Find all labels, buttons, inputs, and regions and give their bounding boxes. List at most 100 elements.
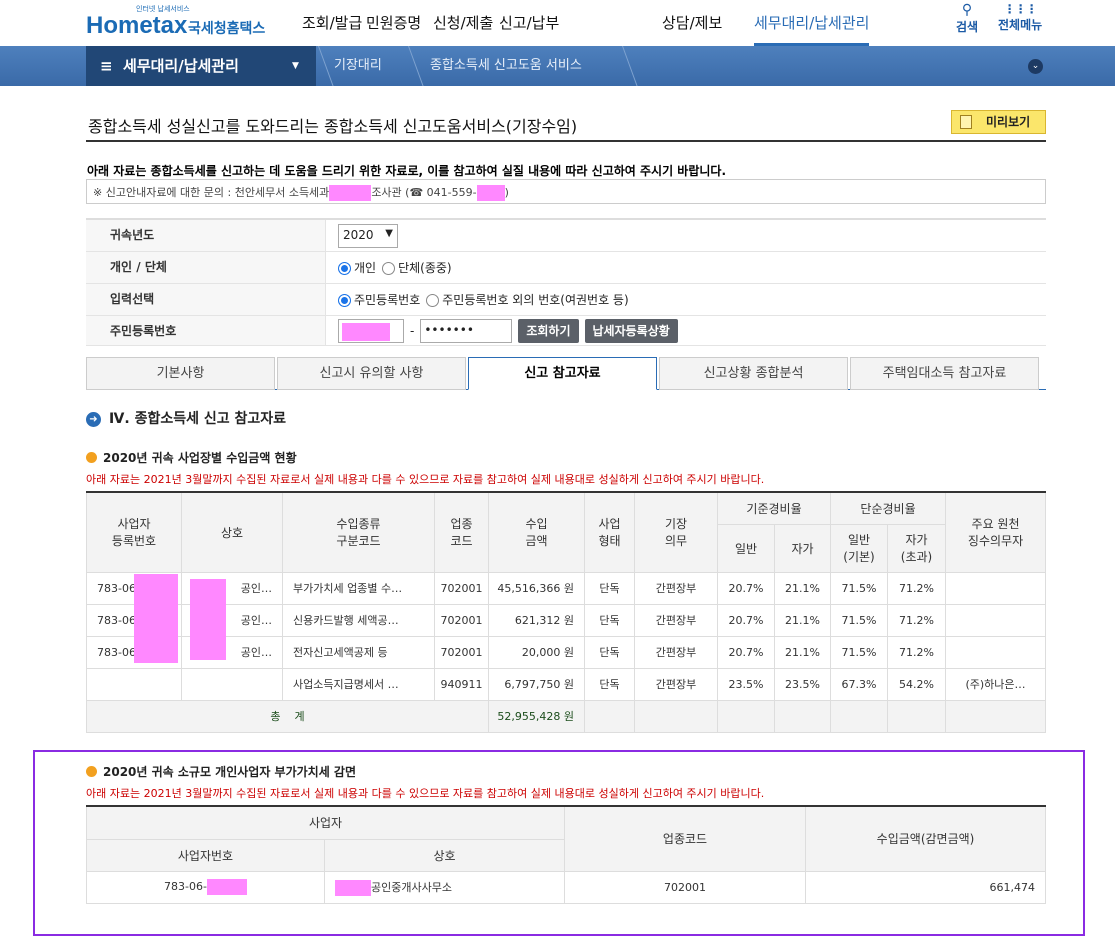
radio-rrn[interactable]: 주민등록번호: [338, 291, 420, 308]
chevron-down-icon: ▼: [385, 227, 393, 239]
vat-title: 2020년 귀속 소규모 개인사업자 부가가치세 감면: [103, 765, 357, 779]
inquiry-box: ※ 신고안내자료에 대한 문의 : 천안세무서 소득세과 조사관 (☎ 041-5…: [86, 179, 1046, 204]
redaction: [134, 574, 178, 663]
col-name: 상호: [181, 491, 283, 573]
simple-general-cell: 71.5%: [830, 571, 889, 605]
nav-application[interactable]: 신청/제출: [433, 12, 493, 33]
table-row: 783-06 공인… 부가가치세 업종별 수… 702001 45,516,366 원단…: [86, 571, 1047, 605]
col-std-general: 일반: [717, 523, 775, 573]
chevron-down-icon[interactable]: ⌄: [1028, 59, 1043, 74]
hometax-logo[interactable]: 인터넷 납세서비스 Hometax 국세청홈택스: [86, 4, 276, 44]
std-general-cell: 20.7%: [717, 603, 775, 637]
nav-consult[interactable]: 상담/제보: [662, 12, 722, 33]
income-table: 사업자 등록번호 상호 수입종류 구분코드 업종 코드 수입 금액 사업 형태 기장 의무 기…: [86, 491, 1047, 733]
taxpayer-status-button[interactable]: 납세자등록상황: [584, 318, 678, 343]
search-icon: ⚲: [961, 2, 973, 18]
radio-other-id[interactable]: 주민등록번호 외의 번호(여권번호 등): [426, 291, 629, 308]
withholder-cell: (주)하나은…: [945, 667, 1047, 701]
year-select[interactable]: 2020 ▼: [338, 223, 398, 248]
amount-cell: 661,474: [805, 870, 1046, 904]
redaction: [329, 185, 372, 201]
search-button[interactable]: ⚲ 검색: [956, 2, 978, 35]
tab-basic[interactable]: 기본사항: [86, 357, 275, 390]
simple-general-cell: 71.5%: [830, 635, 889, 669]
nav-inquiry[interactable]: 조회/발급: [302, 12, 362, 33]
vat-heading: 2020년 귀속 소규모 개인사업자 부가가치세 감면: [86, 763, 356, 780]
radio-label: 주민등록번호 외의 번호(여권번호 등): [442, 293, 629, 307]
search-label: 검색: [956, 20, 979, 34]
year-label: 귀속년도: [86, 220, 326, 251]
breadcrumb: ≡ 세무대리/납세관리 ▼ 기장대리 종합소득세 신고도움 서비스 ⌄: [0, 46, 1115, 86]
tab-rental[interactable]: 주택임대소득 참고자료: [850, 357, 1039, 390]
table-row: 783-06 공인… 신용카드발행 세액공… 702001 621,312 원 단독 간편장…: [86, 603, 1047, 637]
search-submit-button[interactable]: 조회하기: [518, 318, 579, 343]
duty-cell: 간편장부: [634, 667, 718, 701]
breadcrumb-item[interactable]: 기장대리: [334, 46, 382, 86]
logo-text: Hometax: [86, 12, 188, 39]
radio-label: 단체(종중): [398, 261, 452, 275]
col-simple-self: 자가 (초과): [887, 523, 947, 573]
bizno-cell: 783-06-: [164, 880, 207, 893]
code-cell: 702001: [434, 635, 489, 669]
rrn-front-input[interactable]: [338, 318, 404, 343]
code-cell: 702001: [434, 571, 489, 605]
table-row: 783-06- 공인중개사사무소 702001 661,474: [86, 870, 1046, 904]
bizno-cell: [86, 667, 182, 701]
tab-reference[interactable]: 신고 참고자료: [468, 357, 657, 390]
col-name: 상호: [324, 838, 565, 872]
code-cell: 940911: [434, 667, 489, 701]
col-withholder: 주요 원천 징수의무자: [945, 491, 1047, 573]
code-cell: 702001: [434, 603, 489, 637]
std-self-cell: 21.1%: [773, 571, 832, 605]
code-cell: 702001: [564, 870, 806, 904]
nav-certificate[interactable]: 민원증명: [366, 12, 421, 33]
col-form: 사업 형태: [584, 491, 635, 573]
caret-down-icon: ▼: [292, 61, 299, 71]
radio-group[interactable]: 단체(종중): [382, 259, 452, 276]
redaction: [190, 579, 226, 660]
income-heading: 2020년 귀속 사업장별 수입금액 현황: [86, 449, 297, 466]
tab-cautions[interactable]: 신고시 유의할 사항: [277, 357, 466, 390]
redaction: [476, 185, 505, 201]
logo-korean: 국세청홈택스: [188, 21, 266, 37]
rrn-label: 주민등록번호: [86, 316, 326, 345]
radio-individual[interactable]: 개인: [338, 259, 376, 276]
preview-button[interactable]: 미리보기: [951, 110, 1046, 134]
form-cell: 단독: [584, 571, 635, 605]
nav-tax-agent[interactable]: 세무대리/납세관리: [754, 12, 870, 46]
duty-cell: 간편장부: [634, 635, 718, 669]
all-menu-label: 전체메뉴: [998, 18, 1043, 32]
vat-note: 아래 자료는 2021년 3월말까지 수집된 자료로서 실제 내용과 다를 수 …: [86, 787, 765, 800]
redaction: [335, 879, 371, 896]
search-form: 귀속년도 2020 ▼ 개인 / 단체 개인 단체(종중) 입력선택 주민등록번호…: [86, 218, 1046, 346]
simple-general-cell: 67.3%: [830, 667, 889, 701]
form-cell: 단독: [584, 635, 635, 669]
income-note: 아래 자료는 2021년 3월말까지 수집된 자료로서 실제 내용과 다를 수 …: [86, 473, 765, 486]
income-title: 2020년 귀속 사업장별 수입금액 현황: [103, 451, 297, 465]
rrn-back-input[interactable]: •••••••: [420, 318, 513, 343]
duty-cell: 간편장부: [634, 603, 718, 637]
rrn-dash: -: [410, 323, 415, 338]
breadcrumb-home-label: 세무대리/납세관리: [123, 57, 239, 75]
breadcrumb-separator: [622, 46, 651, 86]
inquiry-phone: 조사관 (☎ 041-559-: [371, 186, 477, 199]
type-label: 개인 / 단체: [86, 252, 326, 283]
kind-cell: 전자신고세액공제 등: [282, 635, 435, 669]
tab-analysis[interactable]: 신고상황 종합분석: [659, 357, 848, 390]
col-std-rate: 기준경비율: [716, 491, 832, 525]
section-title: Ⅳ. 종합소득세 신고 참고자료: [109, 411, 287, 427]
nav-filing[interactable]: 신고/납부: [499, 12, 559, 33]
withholder-cell: [945, 635, 1047, 669]
form-cell: 단독: [584, 667, 635, 701]
std-general-cell: 23.5%: [717, 667, 775, 701]
radio-label: 주민등록번호: [354, 293, 421, 307]
total-row: 총 계 52,955,428 원: [86, 699, 1047, 733]
breadcrumb-home[interactable]: ≡ 세무대리/납세관리 ▼: [86, 46, 316, 86]
amount-cell: 20,000 원: [488, 635, 585, 669]
simple-self-cell: 71.2%: [887, 635, 947, 669]
all-menu-button[interactable]: ⋮⋮⋮ 전체메뉴: [998, 2, 1042, 33]
divider: [86, 140, 1046, 142]
total-amount: 52,955,428 원: [488, 699, 585, 733]
breadcrumb-item[interactable]: 종합소득세 신고도움 서비스: [430, 46, 582, 86]
std-self-cell: 23.5%: [773, 667, 832, 701]
